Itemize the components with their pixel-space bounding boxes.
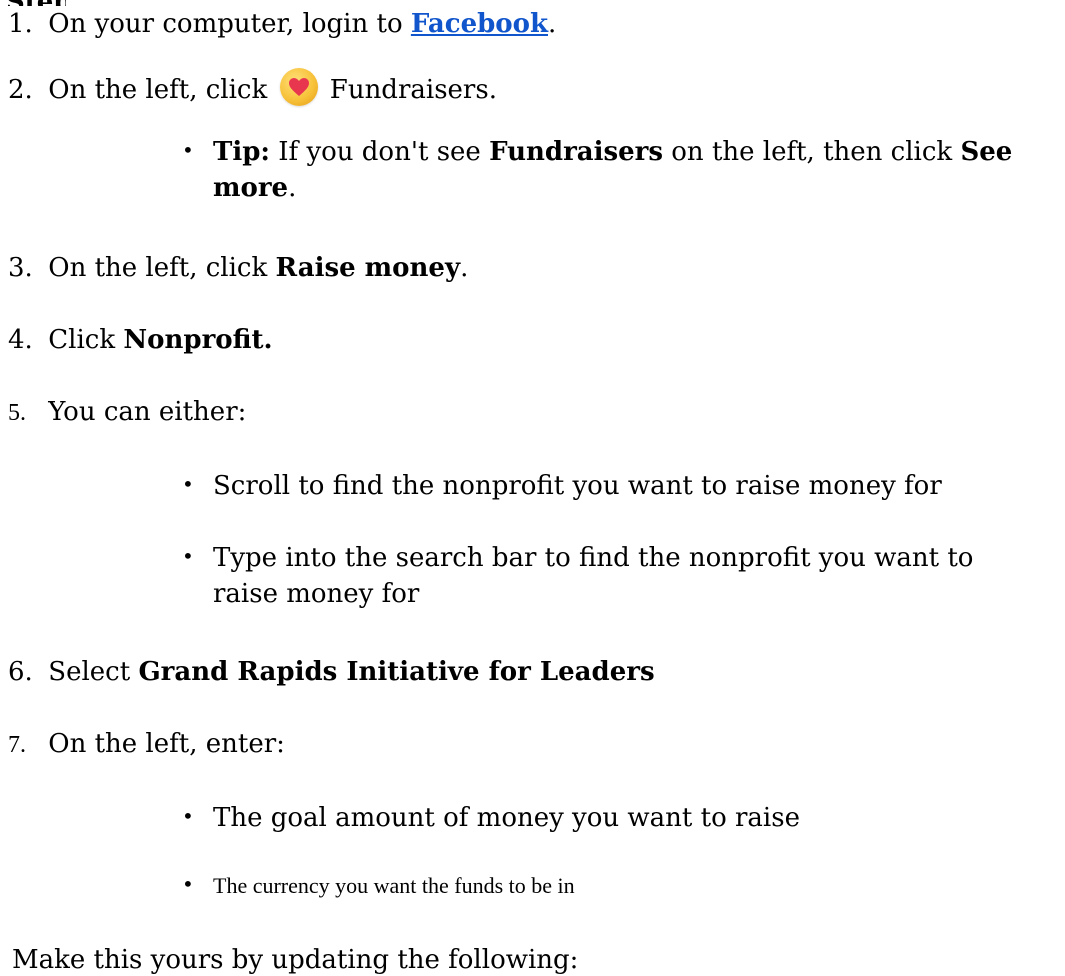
tip-bold-more: more	[213, 173, 289, 203]
tip-bold-see: See	[960, 137, 1013, 167]
tip-label: Tip:	[213, 137, 271, 167]
bullet-dot: •	[182, 544, 194, 568]
field-text: The goal amount of money you want to rai…	[213, 803, 800, 833]
step-5-option-2-line-1: Type into the search bar to find the non…	[213, 542, 973, 574]
step-number: 7.	[8, 732, 26, 758]
step-text: You can either:	[48, 397, 247, 427]
footer-label: Make this yours by updating the followin…	[12, 945, 579, 975]
step-text: Select	[48, 657, 139, 687]
step-2: 2. On the left, click Fundraisers.	[8, 68, 497, 106]
tip-text: If you don't see	[270, 137, 490, 167]
field-text: The currency you want the funds to be in	[213, 873, 575, 898]
step-number: 4.	[8, 325, 33, 355]
step-7-field-2: The currency you want the funds to be in	[213, 870, 575, 902]
step-text-end: Fundraisers.	[321, 75, 497, 105]
heart-icon	[279, 68, 318, 106]
step-text: Click	[48, 325, 124, 355]
tip-line-2: more.	[213, 172, 296, 204]
step-bold: Nonprofit.	[123, 325, 273, 355]
step-4: 4. Click Nonprofit.	[8, 324, 273, 356]
tip-text: on the left, then click	[663, 137, 961, 167]
tip-line-1: Tip: If you don't see Fundraisers on the…	[213, 136, 1012, 168]
clipped-heading-fragment: Step	[6, 0, 66, 6]
step-text: On the left, click	[48, 253, 276, 283]
step-number: 6.	[8, 657, 33, 687]
option-text: raise money for	[213, 579, 420, 609]
step-text-end: .	[460, 253, 469, 283]
option-text: Scroll to find the nonprofit you want to…	[213, 471, 942, 501]
step-number: 3.	[8, 253, 33, 283]
bullet-dot: •	[182, 872, 194, 896]
bullet-dot: •	[182, 472, 194, 496]
step-number: 1.	[8, 9, 33, 39]
step-number: 5.	[8, 400, 26, 426]
step-bold: Raise money	[275, 253, 461, 283]
bullet-dot: •	[182, 138, 194, 162]
bullet-dot: •	[182, 804, 194, 828]
step-5-option-1: Scroll to find the nonprofit you want to…	[213, 470, 942, 502]
step-5: 5. You can either:	[8, 396, 246, 429]
footer-text: Make this yours by updating the followin…	[12, 944, 578, 976]
step-7-field-1: The goal amount of money you want to rai…	[213, 802, 800, 834]
step-1: 1. On your computer, login to Facebook.	[8, 8, 556, 40]
tip-text-end: .	[288, 173, 297, 203]
step-3: 3. On the left, click Raise money.	[8, 252, 468, 284]
step-text: On the left, click	[48, 75, 268, 105]
step-bold: Grand Rapids Initiative for Leaders	[138, 657, 655, 687]
tip-bold-fundraisers: Fundraisers	[489, 137, 664, 167]
step-6: 6. Select Grand Rapids Initiative for Le…	[8, 656, 655, 688]
step-text: On your computer, login to	[48, 9, 411, 39]
step-text-end: .	[548, 9, 557, 39]
facebook-link[interactable]: Facebook	[411, 9, 548, 39]
step-5-option-2-line-2: raise money for	[213, 578, 419, 610]
option-text: Type into the search bar to find the non…	[213, 543, 974, 573]
step-text: On the left, enter:	[48, 729, 285, 759]
step-7: 7. On the left, enter:	[8, 728, 285, 761]
step-number: 2.	[8, 75, 33, 105]
